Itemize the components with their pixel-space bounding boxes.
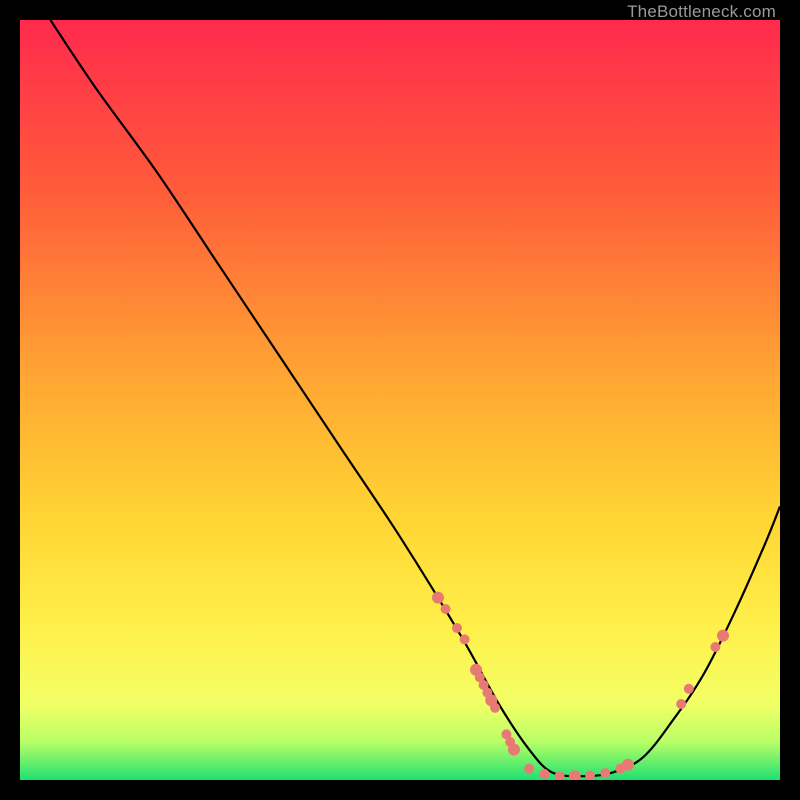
marker-dot [684,684,694,694]
marker-dot [710,642,720,652]
marker-dot [585,770,595,780]
marker-dot [717,630,729,642]
marker-dot [432,592,444,604]
marker-dot [524,764,534,774]
marker-dot [508,744,520,756]
chart-frame [20,20,780,780]
marker-dot [600,768,610,778]
bottleneck-chart [20,20,780,780]
marker-dot [539,769,549,779]
marker-dot [622,759,634,771]
marker-dot [452,623,462,633]
marker-dot [676,699,686,709]
chart-background-gradient [20,20,780,780]
marker-dot [441,604,451,614]
marker-dot [460,634,470,644]
marker-dot [490,703,500,713]
watermark-text: TheBottleneck.com [627,2,776,22]
